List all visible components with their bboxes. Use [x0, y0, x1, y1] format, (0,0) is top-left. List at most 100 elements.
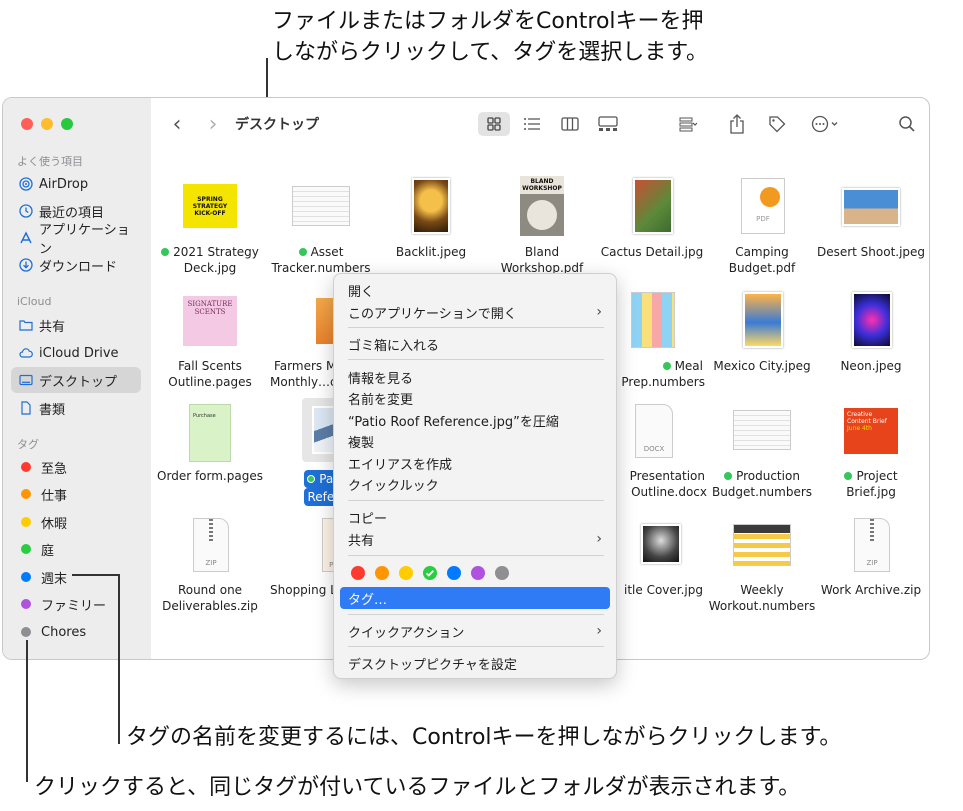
thumbnail: SPRING STRATEGY KICK-OFF: [181, 178, 239, 236]
share-button[interactable]: [725, 112, 749, 136]
sidebar-tag-green[interactable]: 庭: [11, 536, 141, 562]
file-item[interactable]: Weekly Workout.numbers: [707, 516, 817, 614]
file-item[interactable]: BLAND WORKSHOP Bland Workshop.pdf: [487, 176, 597, 276]
file-name: Work Archive.zip: [820, 583, 922, 597]
tag-color-gray[interactable]: [495, 566, 509, 580]
menu-item-quick-actions[interactable]: クイックアクション ›: [340, 620, 610, 642]
file-item[interactable]: PDF Camping Budget.pdf: [707, 178, 817, 276]
grid-icon: [487, 117, 501, 131]
menu-item-set-desktop-picture[interactable]: デスクトップピクチャを設定: [340, 652, 610, 674]
file-name: Fall Scents: [178, 359, 242, 373]
sidebar-tag-gray[interactable]: Chores: [11, 619, 141, 645]
menu-item-compress[interactable]: “Patio Roof Reference.jpg”を圧縮: [340, 409, 610, 431]
more-actions-button[interactable]: [807, 112, 845, 136]
sidebar-item-downloads[interactable]: ダウンロード: [11, 252, 141, 278]
sidebar-tag-orange[interactable]: 仕事: [11, 481, 141, 507]
callout-click-tag: クリックすると、同じタグが付いているファイルとフォルダが表示されます。: [34, 775, 801, 800]
tag-color-purple[interactable]: [471, 566, 485, 580]
sidebar-tag-blue[interactable]: 週末: [11, 564, 141, 590]
sidebar-tag-purple[interactable]: ファミリー: [11, 591, 141, 617]
sidebar-header-tags: タグ: [17, 438, 39, 451]
share-icon: [730, 114, 744, 134]
column-view-button[interactable]: [555, 112, 585, 136]
close-window-button[interactable]: [21, 118, 33, 130]
menu-item-label: エイリアスを作成: [348, 457, 453, 473]
sidebar-item-shared[interactable]: 共有: [11, 312, 141, 338]
gallery-icon: [598, 116, 618, 131]
menu-item-duplicate[interactable]: 複製: [340, 430, 610, 452]
list-icon: [524, 118, 540, 130]
file-name: Budget.numbers: [711, 485, 813, 499]
menu-item-open[interactable]: 開く: [340, 279, 610, 301]
menu-item-label: 名前を変更: [348, 392, 414, 408]
green-tag-dot: [161, 248, 170, 256]
file-name: Deliverables.zip: [162, 599, 258, 613]
file-item[interactable]: Purchase Order form.pages: [155, 402, 265, 484]
file-item[interactable]: Production Budget.numbers: [707, 402, 817, 500]
menu-item-make-alias[interactable]: エイリアスを作成: [340, 452, 610, 474]
sidebar-item-label: デスクトップ: [39, 374, 118, 390]
file-name: Weekly: [740, 583, 784, 597]
sidebar-item-documents[interactable]: 書類: [11, 395, 141, 421]
file-item[interactable]: Neon.jpeg: [816, 292, 926, 374]
zoom-window-button[interactable]: [61, 118, 73, 130]
menu-separator: [348, 614, 604, 615]
docx-thumbnail: DOCX: [635, 404, 673, 458]
back-button[interactable]: ‹: [167, 112, 187, 137]
file-name: Outline.pages: [168, 375, 252, 389]
file-item[interactable]: Creative Content Brief June 4th Project …: [816, 402, 926, 500]
menu-item-move-to-trash[interactable]: ゴミ箱に入れる: [340, 333, 610, 355]
thumbnail: BLAND WORKSHOP: [513, 176, 571, 236]
clock-icon: [19, 204, 33, 218]
tag-color-blue[interactable]: [447, 566, 461, 580]
thumbnail-label: BLAND WORKSHOP: [520, 176, 564, 194]
sidebar-tag-red[interactable]: 至急: [11, 454, 141, 480]
minimize-window-button[interactable]: [41, 118, 53, 130]
forward-button[interactable]: ›: [203, 112, 223, 137]
file-item[interactable]: ZIP Work Archive.zip: [816, 516, 926, 598]
icon-view-button[interactable]: [478, 112, 510, 136]
pdf-label: PDF: [756, 215, 770, 223]
sidebar-item-label: Chores: [41, 624, 87, 640]
submenu-arrow-icon: ›: [596, 623, 602, 639]
sidebar-item-icloud-drive[interactable]: iCloud Drive: [11, 340, 141, 366]
menu-item-quick-look[interactable]: クイックルック: [340, 473, 610, 495]
file-item[interactable]: ZIP Round one Deliverables.zip: [155, 516, 265, 614]
photo-thumbnail: [412, 178, 450, 234]
file-item[interactable]: Backlit.jpeg: [376, 178, 486, 260]
file-item[interactable]: Asset Tracker.numbers: [266, 178, 376, 276]
file-item[interactable]: Mexico City.jpeg: [707, 292, 817, 374]
tag-button[interactable]: [765, 112, 789, 136]
group-button[interactable]: [669, 112, 707, 136]
tag-color-orange[interactable]: [375, 566, 389, 580]
file-name: Camping: [735, 245, 789, 259]
file-item[interactable]: SIGNATURE SCENTS Fall Scents Outline.pag…: [155, 292, 265, 390]
search-button[interactable]: [895, 112, 919, 136]
green-tag-dot: [662, 362, 671, 370]
sidebar-item-desktop[interactable]: デスクトップ: [11, 367, 141, 393]
list-view-button[interactable]: [517, 112, 547, 136]
menu-separator: [348, 500, 604, 501]
tag-color-red[interactable]: [351, 566, 365, 580]
sidebar-item-applications[interactable]: アプリケーション: [11, 223, 141, 257]
thumbnail: [623, 292, 681, 350]
file-item[interactable]: Cactus Detail.jpg: [597, 178, 707, 260]
file-item[interactable]: Desert Shoot.jpeg: [816, 178, 926, 260]
thumbnail: [623, 516, 681, 574]
tag-color-yellow[interactable]: [399, 566, 413, 580]
sidebar-item-airdrop[interactable]: AirDrop: [11, 171, 141, 197]
download-icon: [19, 258, 33, 272]
menu-item-tags[interactable]: タグ…: [340, 587, 610, 609]
sidebar-tag-yellow[interactable]: 休暇: [11, 509, 141, 535]
file-item[interactable]: SPRING STRATEGY KICK-OFF 2021 Strategy D…: [155, 178, 265, 276]
menu-item-share[interactable]: 共有 ›: [340, 528, 610, 550]
callout-leader-line: [72, 574, 120, 576]
menu-item-copy[interactable]: コピー: [340, 506, 610, 528]
menu-item-rename[interactable]: 名前を変更: [340, 387, 610, 409]
menu-item-open-with[interactable]: このアプリケーションで開く ›: [340, 301, 610, 323]
tag-color-green-checked[interactable]: [423, 566, 437, 580]
gallery-view-button[interactable]: [593, 112, 623, 136]
menu-item-get-info[interactable]: 情報を見る: [340, 366, 610, 388]
tag-icon: [769, 116, 786, 133]
callout-select-tag: ファイルまたはフォルダをControlキーを押 しながらクリックして、タグを選択…: [272, 6, 708, 68]
